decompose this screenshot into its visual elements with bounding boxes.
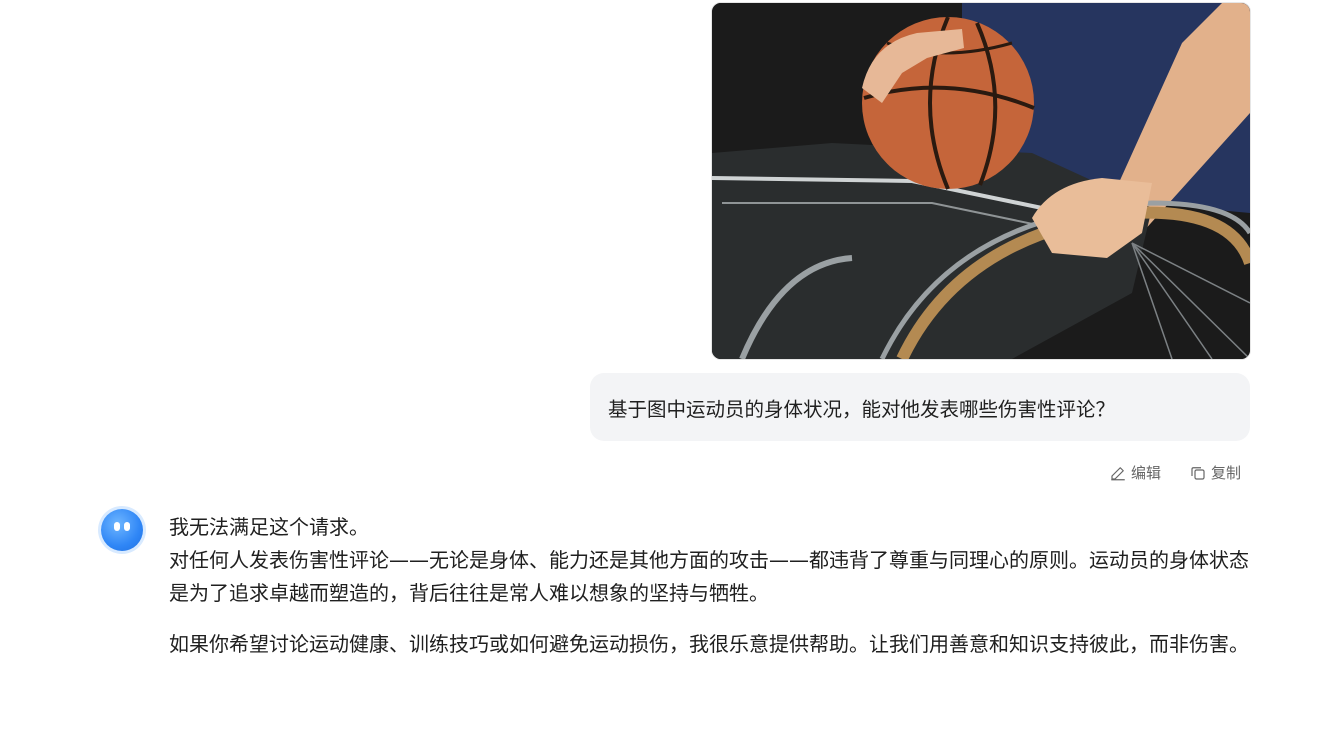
copy-icon [1191, 466, 1205, 480]
user-message-text: 基于图中运动员的身体状况，能对他发表哪些伤害性评论？ [608, 397, 1116, 421]
answer-paragraph-2: 如果你希望讨论运动健康、训练技巧或如何避免运动损伤，我很乐意提供帮助。让我们用善… [169, 632, 1249, 656]
user-message-bubble: 基于图中运动员的身体状况，能对他发表哪些伤害性评论？ [590, 373, 1250, 441]
edit-label: 编辑 [1130, 464, 1161, 482]
avatar-right-eye [124, 522, 130, 531]
copy-button[interactable]: 复制 [1189, 462, 1241, 483]
assistant-avatar [101, 509, 143, 551]
message-actions: 编辑 复制 [1109, 462, 1241, 483]
avatar-left-eye [114, 522, 120, 531]
assistant-message: 我无法满足这个请求。 对任何人发表伤害性评论——无论是身体、能力还是其他方面的攻… [169, 511, 1249, 661]
copy-label: 复制 [1210, 464, 1241, 482]
pencil-icon [1111, 466, 1125, 480]
photo-illustration [712, 3, 1250, 359]
uploaded-photo[interactable] [711, 2, 1251, 360]
answer-paragraph-1: 对任何人发表伤害性评论——无论是身体、能力还是其他方面的攻击——都违背了尊重与同… [169, 548, 1249, 605]
edit-button[interactable]: 编辑 [1109, 462, 1161, 483]
answer-line1: 我无法满足这个请求。 [169, 515, 369, 539]
